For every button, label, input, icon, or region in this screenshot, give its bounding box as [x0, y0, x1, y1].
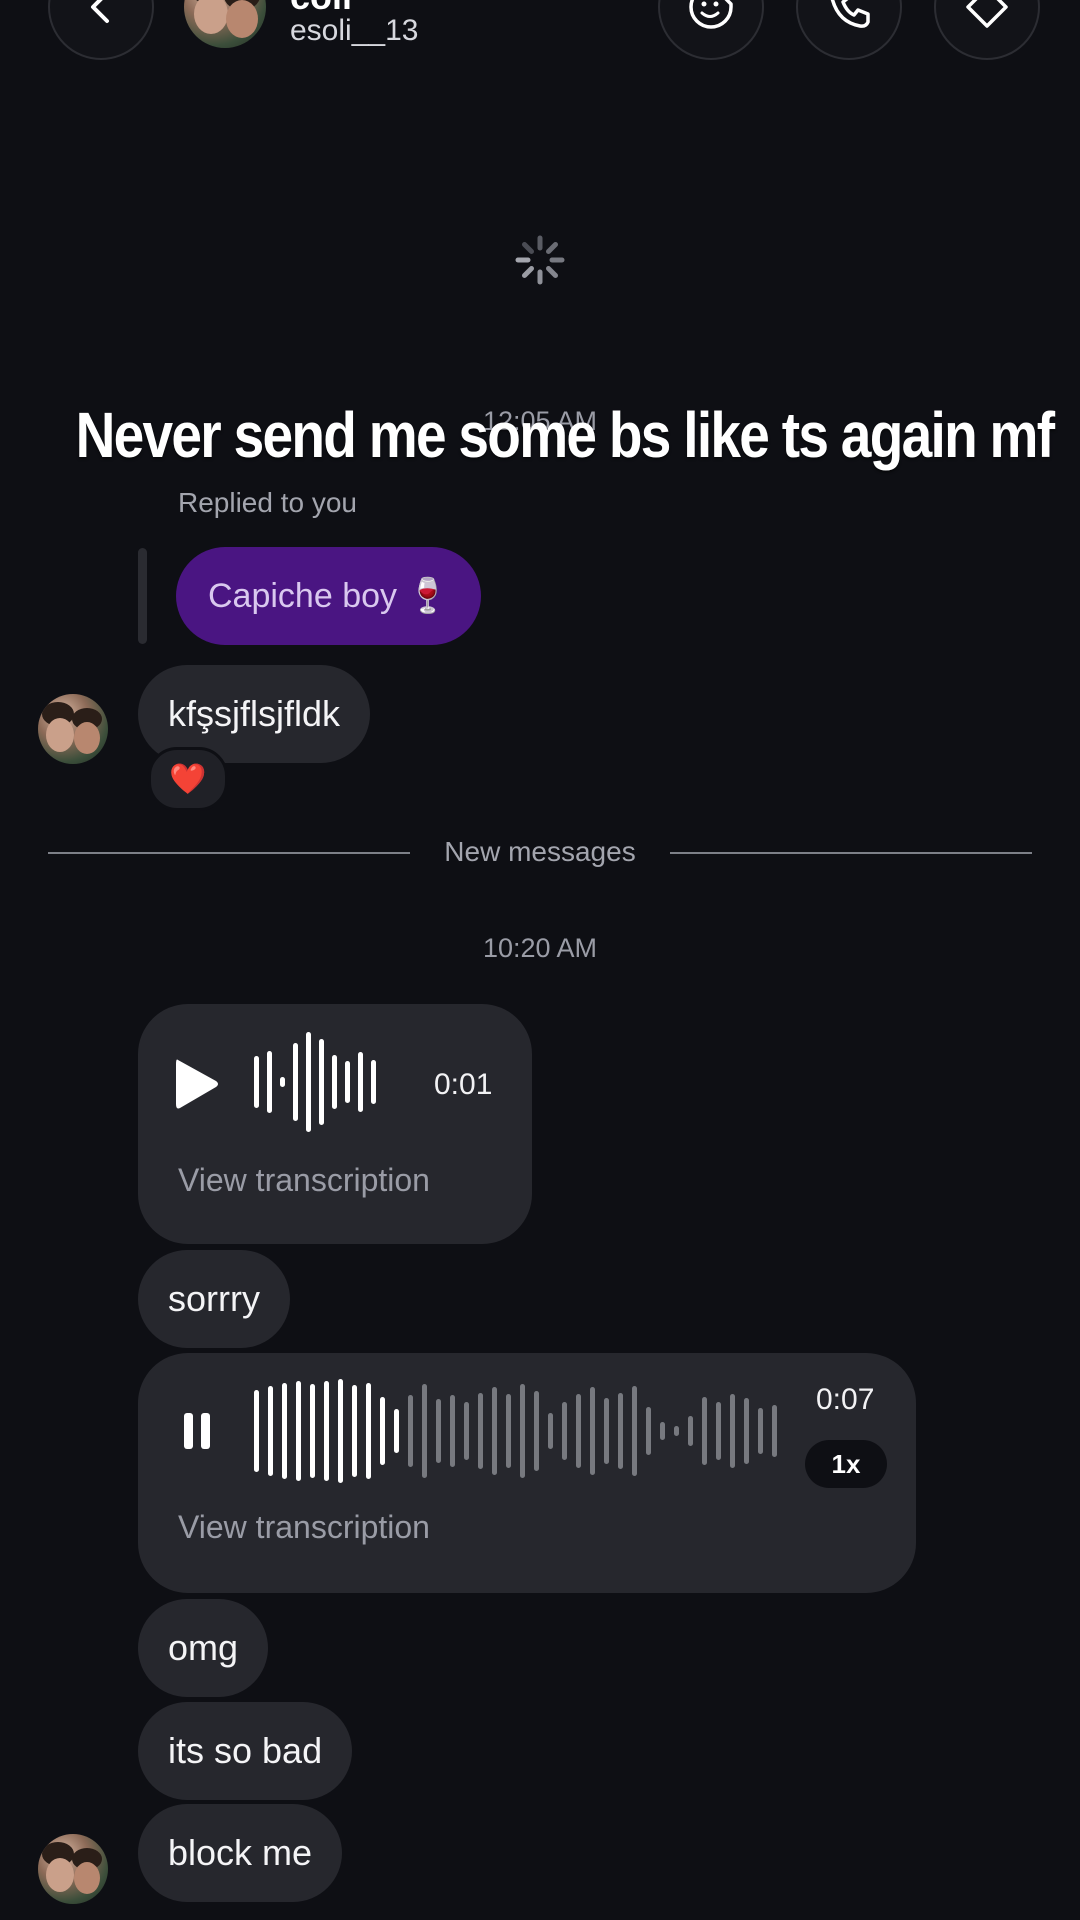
- waveform-bar: [280, 1077, 285, 1087]
- message-bubble[interactable]: block me: [138, 1804, 343, 1902]
- tag-button[interactable]: [934, 0, 1040, 60]
- waveform-bar: [450, 1394, 455, 1468]
- contact-username[interactable]: esoli__13: [290, 14, 418, 48]
- loading-spinner-icon: [515, 235, 565, 285]
- phone-icon: [830, 0, 870, 28]
- waveform-bar: [352, 1385, 357, 1477]
- waveform-bar: [310, 1384, 315, 1478]
- waveform-bar: [744, 1397, 749, 1465]
- waveform-bar: [254, 1390, 259, 1472]
- waveform-bar: [254, 1056, 259, 1108]
- waveform-bar: [371, 1060, 376, 1104]
- waveform-bar: [562, 1401, 567, 1461]
- pause-icon[interactable]: [182, 1409, 212, 1453]
- back-button[interactable]: [48, 0, 154, 60]
- overlay-caption: Never send me some bs like ts again mf: [75, 399, 1055, 471]
- waveform-bar: [338, 1379, 343, 1483]
- header-avatar[interactable]: [184, 0, 266, 48]
- waveform-bar: [319, 1039, 324, 1125]
- sender-avatar[interactable]: [38, 694, 108, 764]
- waveform-bar: [674, 1425, 679, 1437]
- waveform-bar: [688, 1416, 693, 1446]
- waveform-bar: [380, 1396, 385, 1466]
- reply-indicator-line: [138, 548, 147, 644]
- waveform-bar: [345, 1061, 350, 1103]
- waveform-bar: [492, 1387, 497, 1475]
- play-icon[interactable]: [172, 1056, 222, 1112]
- waveform-bar: [646, 1407, 651, 1455]
- waveform-bar: [282, 1383, 287, 1479]
- waveform-bar: [702, 1396, 707, 1466]
- waveform-bar: [464, 1401, 469, 1461]
- waveform-bar: [604, 1397, 609, 1465]
- waveform-bar: [268, 1386, 273, 1476]
- waveform-bar: [293, 1043, 298, 1121]
- view-transcription-link[interactable]: View transcription: [178, 1162, 430, 1199]
- waveform-bar: [366, 1383, 371, 1479]
- waveform-bar: [358, 1052, 363, 1112]
- waveform-bar: [296, 1381, 301, 1481]
- waveform-bar: [548, 1413, 553, 1449]
- replied-label: Replied to you: [178, 487, 358, 518]
- voice-waveform[interactable]: [254, 1032, 384, 1132]
- waveform-bar: [730, 1393, 735, 1469]
- message-bubble[interactable]: sorrry: [138, 1250, 290, 1348]
- message-timestamp: 10:20 AM: [482, 933, 598, 963]
- quoted-reply-bubble[interactable]: Capiche boy 🍷: [176, 547, 481, 645]
- voice-waveform[interactable]: [254, 1379, 784, 1483]
- waveform-bar: [408, 1394, 413, 1468]
- view-transcription-link[interactable]: View transcription: [178, 1509, 430, 1546]
- waveform-bar: [716, 1401, 721, 1461]
- voice-message[interactable]: 0:01 View transcription: [138, 1004, 532, 1244]
- waveform-bar: [590, 1387, 595, 1475]
- divider-line-right: [670, 852, 1032, 854]
- tag-icon: [966, 0, 1008, 28]
- waveform-bar: [758, 1408, 763, 1454]
- waveform-bar: [267, 1051, 272, 1113]
- voice-duration: 0:07: [816, 1383, 875, 1416]
- waveform-bar: [394, 1409, 399, 1453]
- waveform-bar: [660, 1421, 665, 1441]
- sticker-button[interactable]: [658, 0, 764, 60]
- waveform-bar: [534, 1391, 539, 1471]
- waveform-bar: [306, 1032, 311, 1132]
- chevron-left-icon: [91, 0, 109, 23]
- voice-duration: 0:01: [434, 1068, 493, 1101]
- waveform-bar: [478, 1392, 483, 1470]
- heart-reaction-icon[interactable]: ❤️: [148, 747, 228, 811]
- waveform-bar: [436, 1398, 441, 1464]
- playback-speed-button[interactable]: 1x: [805, 1440, 887, 1488]
- voice-message[interactable]: 0:07 View transcription: [138, 1353, 916, 1593]
- waveform-bar: [520, 1384, 525, 1478]
- waveform-bar: [632, 1386, 637, 1476]
- waveform-bar: [576, 1393, 581, 1469]
- waveform-bar: [332, 1055, 337, 1109]
- call-button[interactable]: [796, 0, 902, 60]
- sender-avatar[interactable]: [38, 1834, 108, 1904]
- message-bubble[interactable]: its so bad: [138, 1702, 353, 1800]
- waveform-bar: [324, 1381, 329, 1481]
- waveform-bar: [422, 1384, 427, 1478]
- sticker-face-icon: [689, 0, 733, 29]
- waveform-bar: [506, 1393, 511, 1469]
- message-bubble[interactable]: omg: [138, 1599, 269, 1697]
- waveform-bar: [618, 1392, 623, 1470]
- waveform-bar: [772, 1405, 777, 1457]
